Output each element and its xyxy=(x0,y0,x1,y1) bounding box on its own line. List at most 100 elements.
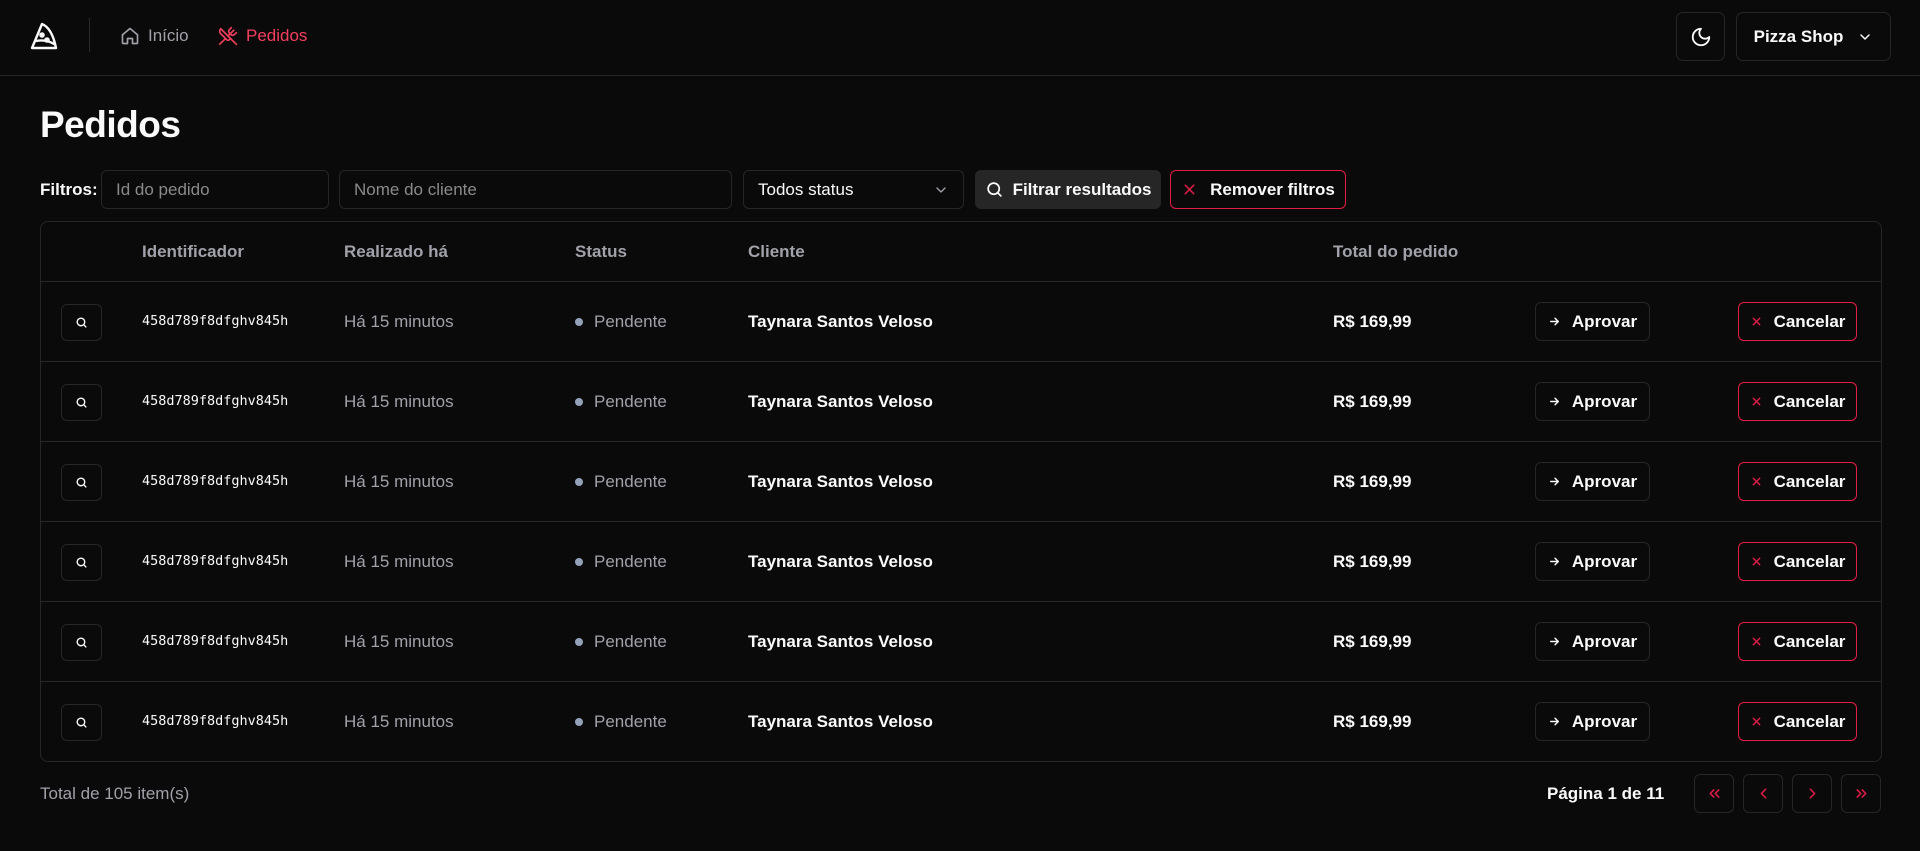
cancel-label: Cancelar xyxy=(1773,311,1846,331)
utensils-crossed-icon xyxy=(218,26,238,46)
order-total: R$ 169,99 xyxy=(1333,712,1412,731)
order-customer: Taynara Santos Veloso xyxy=(748,712,933,731)
close-icon xyxy=(1752,317,1761,326)
arrow-right-icon xyxy=(1549,397,1559,406)
home-icon xyxy=(121,27,139,45)
order-customer: Taynara Santos Veloso xyxy=(748,632,933,651)
order-customer: Taynara Santos Veloso xyxy=(748,472,933,491)
approve-button[interactable]: Aprovar xyxy=(1535,622,1650,661)
column-header-created: Realizado há xyxy=(344,242,448,261)
order-details-button[interactable] xyxy=(61,464,102,501)
table-row: 458d789f8dfghv845h Há 15 minutos Pendent… xyxy=(41,602,1881,682)
cancel-button[interactable]: Cancelar xyxy=(1738,542,1857,581)
order-id-input[interactable] xyxy=(101,170,329,209)
order-time: Há 15 minutos xyxy=(344,392,454,411)
order-details-button[interactable] xyxy=(61,384,102,421)
order-status-label: Pendente xyxy=(594,392,667,411)
chevron-down-icon xyxy=(936,186,946,193)
search-icon xyxy=(76,317,87,328)
close-icon xyxy=(1752,637,1761,646)
cancel-button[interactable]: Cancelar xyxy=(1738,702,1857,741)
order-status-label: Pendente xyxy=(594,312,667,331)
approve-button[interactable]: Aprovar xyxy=(1535,462,1650,501)
order-total: R$ 169,99 xyxy=(1333,472,1412,491)
column-header-total: Total do pedido xyxy=(1333,242,1459,261)
status-dot xyxy=(575,478,583,486)
table-row: 458d789f8dfghv845h Há 15 minutos Pendent… xyxy=(41,682,1881,761)
shop-name: Pizza Shop xyxy=(1753,26,1844,46)
cancel-label: Cancelar xyxy=(1773,471,1846,491)
order-customer: Taynara Santos Veloso xyxy=(748,392,933,411)
arrow-right-icon xyxy=(1549,317,1559,326)
cancel-button[interactable]: Cancelar xyxy=(1738,462,1857,501)
search-icon xyxy=(76,557,87,568)
cancel-button[interactable]: Cancelar xyxy=(1738,382,1857,421)
order-status: Pendente xyxy=(575,442,667,522)
arrow-right-icon xyxy=(1549,637,1559,646)
order-total: R$ 169,99 xyxy=(1333,392,1412,411)
status-dot xyxy=(575,558,583,566)
order-details-button[interactable] xyxy=(61,704,102,741)
shop-menu-button[interactable]: Pizza Shop xyxy=(1736,12,1891,61)
first-page-button[interactable] xyxy=(1694,774,1734,813)
chevron-left-icon xyxy=(1760,788,1766,799)
approve-button[interactable]: Aprovar xyxy=(1535,302,1650,341)
status-select[interactable]: Todos status xyxy=(743,170,964,209)
cancel-label: Cancelar xyxy=(1773,711,1846,731)
page-title: Pedidos xyxy=(40,104,181,145)
arrow-right-icon xyxy=(1549,557,1559,566)
cancel-label: Cancelar xyxy=(1773,551,1846,571)
next-page-button[interactable] xyxy=(1792,774,1832,813)
remove-filters-button[interactable]: Remover filtros xyxy=(1170,170,1346,209)
order-status: Pendente xyxy=(575,682,667,761)
cancel-button[interactable]: Cancelar xyxy=(1738,302,1857,341)
approve-label: Aprovar xyxy=(1571,551,1638,571)
close-icon xyxy=(1752,397,1761,406)
order-details-button[interactable] xyxy=(61,304,102,341)
header-divider xyxy=(89,18,90,52)
status-dot xyxy=(575,318,583,326)
order-time: Há 15 minutos xyxy=(344,632,454,651)
table-header-row: Identificador Realizado há Status Client… xyxy=(41,222,1881,282)
order-status-label: Pendente xyxy=(594,632,667,651)
approve-button[interactable]: Aprovar xyxy=(1535,382,1650,421)
approve-button[interactable]: Aprovar xyxy=(1535,542,1650,581)
order-id: 458d789f8dfghv845h xyxy=(142,393,289,409)
column-header-status: Status xyxy=(575,242,627,261)
table-row: 458d789f8dfghv845h Há 15 minutos Pendent… xyxy=(41,442,1881,522)
page-info: Página 1 de 11 xyxy=(1547,784,1665,803)
app-header: Início Pedidos Pizza Shop xyxy=(0,0,1920,76)
status-select-value: Todos status xyxy=(758,179,854,199)
arrow-right-icon xyxy=(1549,717,1559,726)
nav-home-label: Início xyxy=(148,26,189,45)
search-icon xyxy=(986,182,1002,197)
filter-results-button[interactable]: Filtrar resultados xyxy=(975,170,1161,209)
table-row: 458d789f8dfghv845h Há 15 minutos Pendent… xyxy=(41,362,1881,442)
order-customer: Taynara Santos Veloso xyxy=(748,312,933,331)
order-details-button[interactable] xyxy=(61,624,102,661)
chevrons-left-icon xyxy=(1708,789,1720,798)
order-id: 458d789f8dfghv845h xyxy=(142,313,289,329)
order-time: Há 15 minutos xyxy=(344,712,454,731)
customer-name-input[interactable] xyxy=(339,170,732,209)
table-row: 458d789f8dfghv845h Há 15 minutos Pendent… xyxy=(41,282,1881,362)
order-status: Pendente xyxy=(575,282,667,362)
search-icon xyxy=(76,637,87,648)
theme-toggle-button[interactable] xyxy=(1676,12,1725,61)
nav-orders[interactable]: Pedidos xyxy=(218,22,307,50)
approve-button[interactable]: Aprovar xyxy=(1535,702,1650,741)
order-status-label: Pendente xyxy=(594,552,667,571)
order-status: Pendente xyxy=(575,522,667,602)
order-id: 458d789f8dfghv845h xyxy=(142,473,289,489)
last-page-button[interactable] xyxy=(1841,774,1881,813)
nav-home[interactable]: Início xyxy=(120,22,189,50)
approve-label: Aprovar xyxy=(1571,311,1638,331)
cancel-button[interactable]: Cancelar xyxy=(1738,622,1857,661)
pizza-logo-icon[interactable] xyxy=(28,20,60,52)
previous-page-button[interactable] xyxy=(1743,774,1783,813)
status-dot xyxy=(575,718,583,726)
order-time: Há 15 minutos xyxy=(344,552,454,571)
search-icon xyxy=(76,397,87,408)
order-details-button[interactable] xyxy=(61,544,102,581)
close-icon xyxy=(1752,717,1761,726)
